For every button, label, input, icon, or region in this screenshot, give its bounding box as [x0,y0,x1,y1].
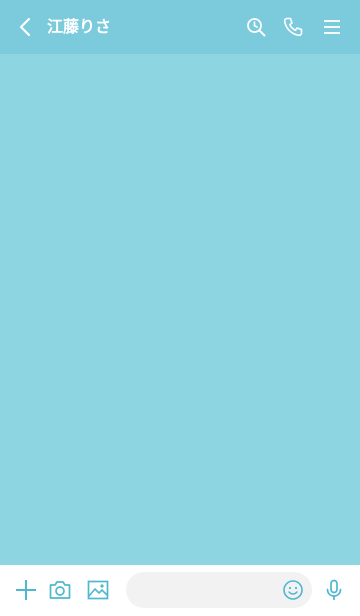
message-area[interactable] [0,54,360,565]
menu-icon [324,20,340,34]
voice-button[interactable] [318,574,350,606]
back-button[interactable] [10,11,42,43]
emoji-button[interactable] [279,576,307,604]
menu-button[interactable] [316,11,348,43]
search-button[interactable] [240,11,272,43]
chat-header: 江藤りさ [0,0,360,54]
add-button[interactable] [10,574,42,606]
phone-icon [283,17,303,37]
microphone-icon [326,579,342,600]
camera-icon [49,581,71,599]
chat-screen: 江藤りさ [0,0,360,616]
camera-button[interactable] [44,574,76,606]
emoji-icon [283,580,303,600]
back-icon [19,17,31,37]
message-composer [0,565,360,616]
image-icon [87,580,109,600]
chat-title: 江藤りさ [47,17,112,36]
search-clock-icon [247,18,266,37]
call-button[interactable] [277,11,309,43]
image-button[interactable] [82,574,114,606]
plus-icon [16,580,36,600]
